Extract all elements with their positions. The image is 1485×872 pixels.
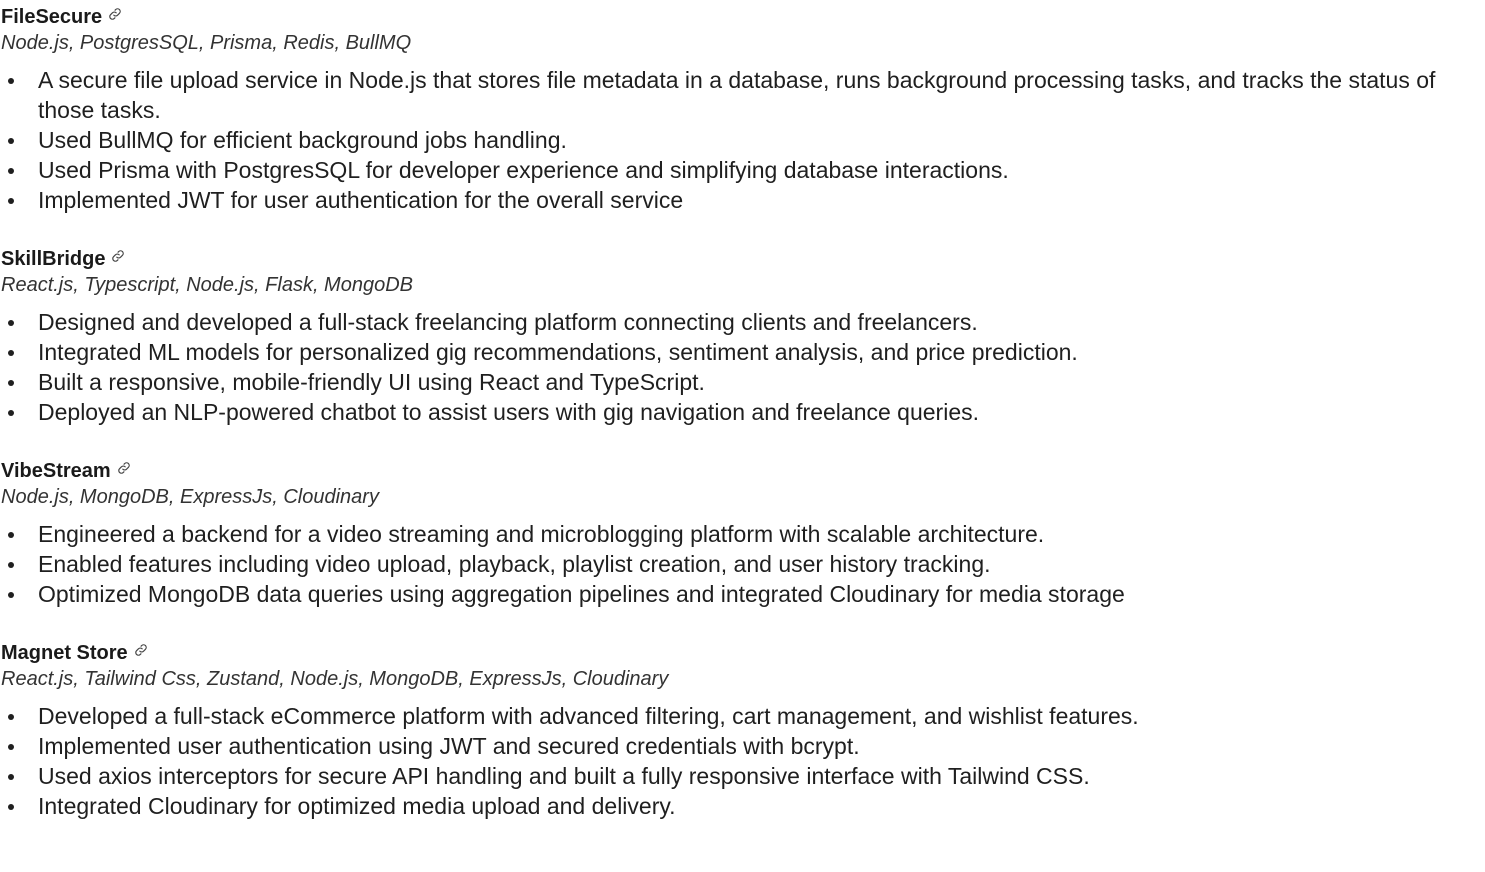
project-title: Magnet Store [0,640,1485,666]
project-bullets: Developed a full-stack eCommerce platfor… [0,701,1485,821]
project-bullet: Deployed an NLP-powered chatbot to assis… [0,397,1485,427]
project-bullet: Optimized MongoDB data queries using agg… [0,579,1485,609]
project-bullet: Implemented JWT for user authentication … [0,185,1485,215]
project-bullet: Integrated ML models for personalized gi… [0,337,1485,367]
link-icon[interactable] [117,461,131,475]
project-bullets: Designed and developed a full-stack free… [0,307,1485,427]
project-bullet: Used BullMQ for efficient background job… [0,125,1485,155]
project-tech-stack: React.js, Tailwind Css, Zustand, Node.js… [1,668,669,690]
project-bullet: Implemented user authentication using JW… [0,731,1485,761]
project-bullet: Designed and developed a full-stack free… [0,307,1485,337]
project-bullet: Engineered a backend for a video streami… [0,519,1485,549]
project-title-text: Magnet Store [1,642,128,664]
link-icon[interactable] [111,249,125,263]
link-icon[interactable] [134,643,148,657]
link-icon[interactable] [108,7,122,21]
project-title: SkillBridge [0,246,1485,272]
project-tech-stack: Node.js, MongoDB, ExpressJs, Cloudinary [1,486,379,508]
project-title-text: SkillBridge [1,248,106,270]
project-bullet: A secure file upload service in Node.js … [0,65,1485,125]
project-tech-stack: Node.js, PostgresSQL, Prisma, Redis, Bul… [1,32,412,54]
project-filesecure: FileSecure Node.js, PostgresSQL, Prisma,… [0,4,1485,215]
project-bullet: Built a responsive, mobile-friendly UI u… [0,367,1485,397]
project-tech-stack: React.js, Typescript, Node.js, Flask, Mo… [1,274,413,296]
projects-section: FileSecure Node.js, PostgresSQL, Prisma,… [0,0,1485,821]
project-title-text: VibeStream [1,460,111,482]
project-skillbridge: SkillBridge React.js, Typescript, Node.j… [0,246,1485,427]
project-title: VibeStream [0,458,1485,484]
project-bullet: Used axios interceptors for secure API h… [0,761,1485,791]
project-bullets: A secure file upload service in Node.js … [0,65,1485,215]
project-title-text: FileSecure [1,6,103,28]
project-magnet-store: Magnet Store React.js, Tailwind Css, Zus… [0,640,1485,821]
project-bullets: Engineered a backend for a video streami… [0,519,1485,609]
project-bullet: Integrated Cloudinary for optimized medi… [0,791,1485,821]
project-bullet: Enabled features including video upload,… [0,549,1485,579]
project-vibestream: VibeStream Node.js, MongoDB, ExpressJs, … [0,458,1485,609]
project-title: FileSecure [0,4,1485,30]
project-bullet: Used Prisma with PostgresSQL for develop… [0,155,1485,185]
project-bullet: Developed a full-stack eCommerce platfor… [0,701,1485,731]
